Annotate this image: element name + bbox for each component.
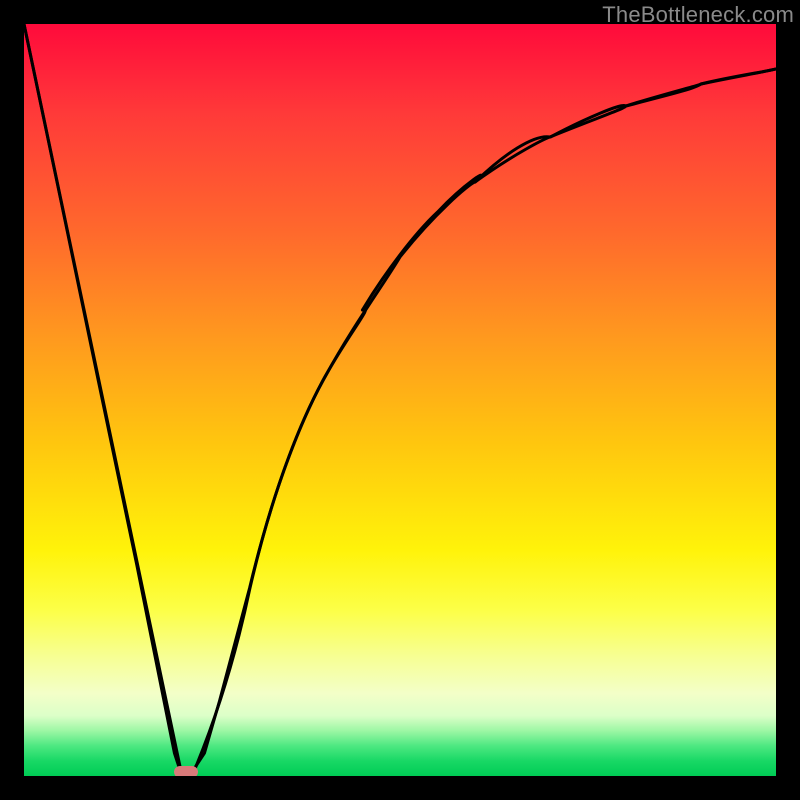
valley-marker <box>174 766 198 776</box>
plot-area <box>24 24 776 776</box>
chart-frame: TheBottleneck.com <box>0 0 800 800</box>
bottleneck-curve <box>24 24 776 776</box>
bottleneck-curve-smooth <box>24 24 776 776</box>
curve-layer <box>24 24 776 776</box>
watermark-text: TheBottleneck.com <box>602 2 794 28</box>
